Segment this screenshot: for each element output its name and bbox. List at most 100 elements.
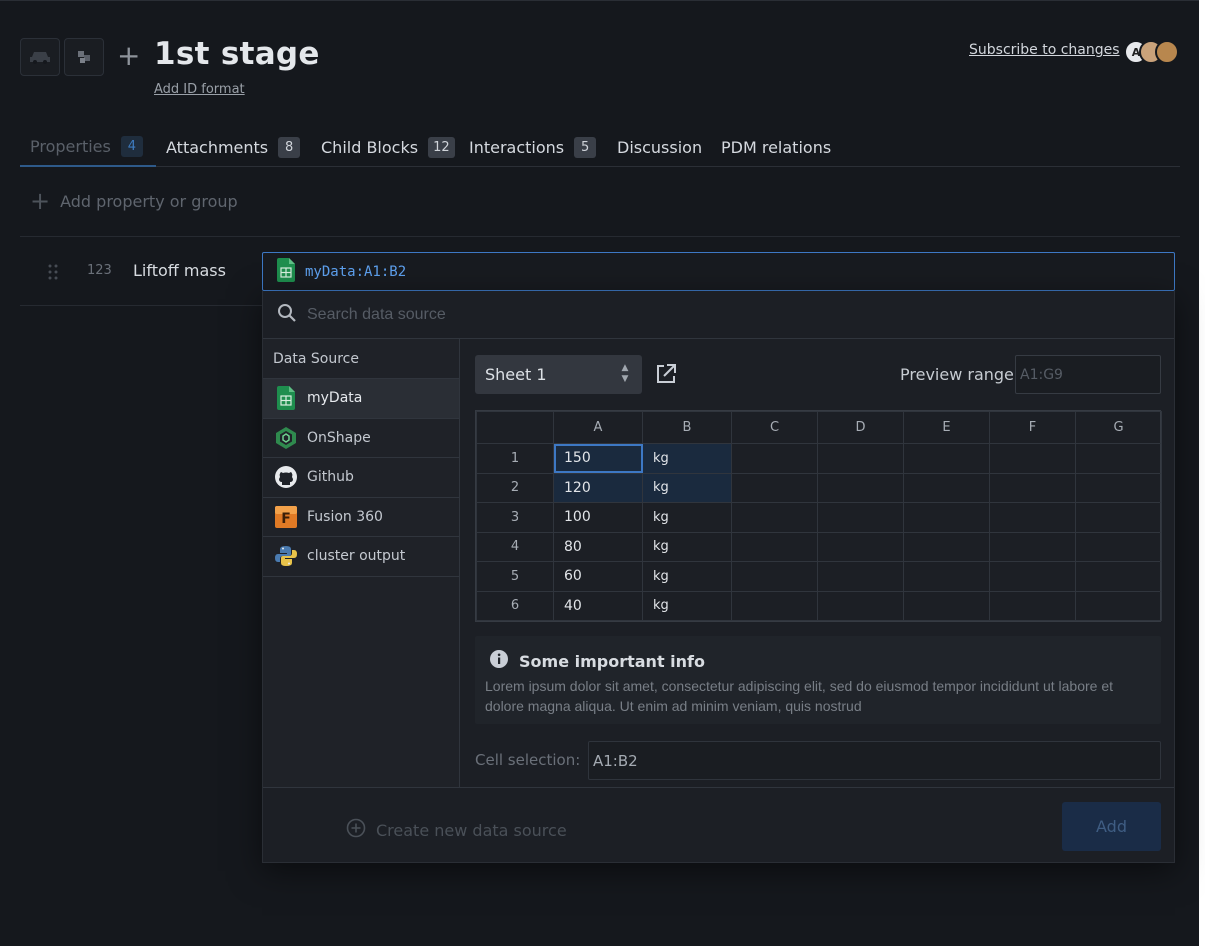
data-source-item-mydata[interactable]: myData <box>263 379 459 419</box>
page-title[interactable]: 1st stage <box>154 36 320 72</box>
grid-cell[interactable] <box>731 531 818 562</box>
grid-cell[interactable]: kg <box>642 561 732 592</box>
sheet-select[interactable]: Sheet 1 ▲ ▼ <box>475 355 642 394</box>
count-badge: 12 <box>428 136 455 158</box>
grid-cell[interactable]: kg <box>642 472 732 503</box>
row-header[interactable]: 5 <box>476 561 554 592</box>
grid-cell[interactable] <box>1075 531 1162 562</box>
tab-label: PDM relations <box>721 137 832 157</box>
search-input[interactable] <box>307 305 1127 324</box>
car-icon[interactable] <box>20 38 60 76</box>
grid-cell[interactable] <box>817 443 904 474</box>
avatar <box>1155 40 1179 64</box>
column-header-row: A B C D E F G <box>476 411 1162 444</box>
tab-attachments[interactable]: Attachments 8 <box>166 127 301 167</box>
grid-cell[interactable]: kg <box>642 531 732 562</box>
column-header[interactable]: F <box>989 411 1076 444</box>
grid-cell[interactable]: 120 <box>553 472 643 503</box>
grid-cell[interactable] <box>989 531 1076 562</box>
grid-cell[interactable] <box>817 590 904 621</box>
grid-cell[interactable] <box>903 561 990 592</box>
divider <box>20 305 262 306</box>
data-source-item-fusion-360[interactable]: F Fusion 360 <box>263 498 459 537</box>
grid-cell[interactable] <box>817 561 904 592</box>
grid-cell[interactable] <box>731 502 818 533</box>
formula-input[interactable]: myData:A1:B2 <box>262 252 1175 291</box>
row-header[interactable]: 2 <box>476 472 554 503</box>
tab-pdm-relations[interactable]: PDM relations <box>721 127 831 167</box>
plus-icon: + <box>30 187 51 215</box>
count-badge: 4 <box>120 135 143 157</box>
grid-cell[interactable] <box>989 590 1076 621</box>
grid-cell[interactable]: 40 <box>553 590 643 621</box>
create-data-source-button[interactable]: Create new data source <box>346 818 567 842</box>
row-header[interactable]: 3 <box>476 502 554 533</box>
grid-cell[interactable] <box>1075 561 1162 592</box>
add-property-button[interactable]: + Add property or group <box>30 189 238 213</box>
cubes-icon[interactable] <box>64 38 104 76</box>
add-id-format-link[interactable]: Add ID format <box>154 82 245 97</box>
grid-cell[interactable] <box>1075 472 1162 503</box>
tab-properties[interactable]: Properties 4 <box>20 127 156 167</box>
tab-child-blocks[interactable]: Child Blocks 12 <box>321 127 455 167</box>
column-header[interactable]: G <box>1075 411 1162 444</box>
grid-cell[interactable] <box>817 531 904 562</box>
grid-cell[interactable]: 100 <box>553 502 643 533</box>
info-icon <box>489 649 509 673</box>
python-icon <box>274 544 298 568</box>
row-header[interactable]: 1 <box>476 443 554 474</box>
grid-cell[interactable]: 60 <box>553 561 643 592</box>
grid-cell[interactable] <box>903 472 990 503</box>
grid-cell[interactable] <box>817 502 904 533</box>
grid-cell[interactable] <box>817 472 904 503</box>
grid-cell[interactable]: kg <box>642 443 732 474</box>
grid-cell[interactable] <box>731 472 818 503</box>
add-icon[interactable]: + <box>117 39 140 73</box>
column-header[interactable]: A <box>553 411 643 444</box>
grid-cell[interactable] <box>989 561 1076 592</box>
data-source-item-github[interactable]: Github <box>263 458 459 498</box>
grid-cell[interactable] <box>1075 590 1162 621</box>
onshape-icon <box>274 426 298 450</box>
grid-cell[interactable] <box>731 443 818 474</box>
cell-selection-input[interactable]: A1:B2 <box>588 741 1161 780</box>
tab-discussion[interactable]: Discussion <box>617 127 702 167</box>
grid-cell[interactable] <box>731 561 818 592</box>
collaborator-avatars[interactable]: A <box>1124 40 1180 64</box>
grid-cell[interactable] <box>989 472 1076 503</box>
external-link-icon[interactable] <box>655 363 677 389</box>
column-header[interactable]: E <box>903 411 990 444</box>
grid-cell[interactable] <box>903 443 990 474</box>
grid-cell[interactable] <box>989 443 1076 474</box>
app-window: + 1st stage Add ID format Subscribe to c… <box>0 0 1199 946</box>
property-name[interactable]: Liftoff mass <box>133 261 226 280</box>
add-button[interactable]: Add <box>1062 802 1161 851</box>
table-row: 6 40 kg <box>476 590 1162 621</box>
grid-cell[interactable]: kg <box>642 502 732 533</box>
grid-cell[interactable] <box>989 502 1076 533</box>
info-body: Lorem ipsum dolor sit amet, consectetur … <box>485 678 1113 714</box>
subscribe-link[interactable]: Subscribe to changes <box>969 42 1120 58</box>
grid-cell[interactable] <box>903 531 990 562</box>
grid-cell[interactable] <box>1075 502 1162 533</box>
column-header[interactable]: D <box>817 411 904 444</box>
tab-interactions[interactable]: Interactions 5 <box>469 127 597 167</box>
column-header[interactable]: C <box>731 411 818 444</box>
grid-cell[interactable]: 80 <box>553 531 643 562</box>
data-source-label: Fusion 360 <box>307 508 383 525</box>
info-callout: Some important info Lorem ipsum dolor si… <box>475 636 1161 724</box>
data-source-item-cluster-output[interactable]: cluster output <box>263 537 459 577</box>
row-header[interactable]: 4 <box>476 531 554 562</box>
grid-cell[interactable]: 150 <box>553 443 643 474</box>
grid-cell[interactable] <box>1075 443 1162 474</box>
drag-handle-icon[interactable] <box>48 263 58 281</box>
info-title: Some important info <box>489 649 705 673</box>
grid-cell[interactable]: kg <box>642 590 732 621</box>
column-header[interactable]: B <box>642 411 732 444</box>
grid-cell[interactable] <box>903 590 990 621</box>
preview-range-input[interactable]: A1:G9 <box>1015 355 1161 394</box>
data-source-item-onshape[interactable]: OnShape <box>263 419 459 458</box>
row-header[interactable]: 6 <box>476 590 554 621</box>
grid-cell[interactable] <box>731 590 818 621</box>
grid-cell[interactable] <box>903 502 990 533</box>
